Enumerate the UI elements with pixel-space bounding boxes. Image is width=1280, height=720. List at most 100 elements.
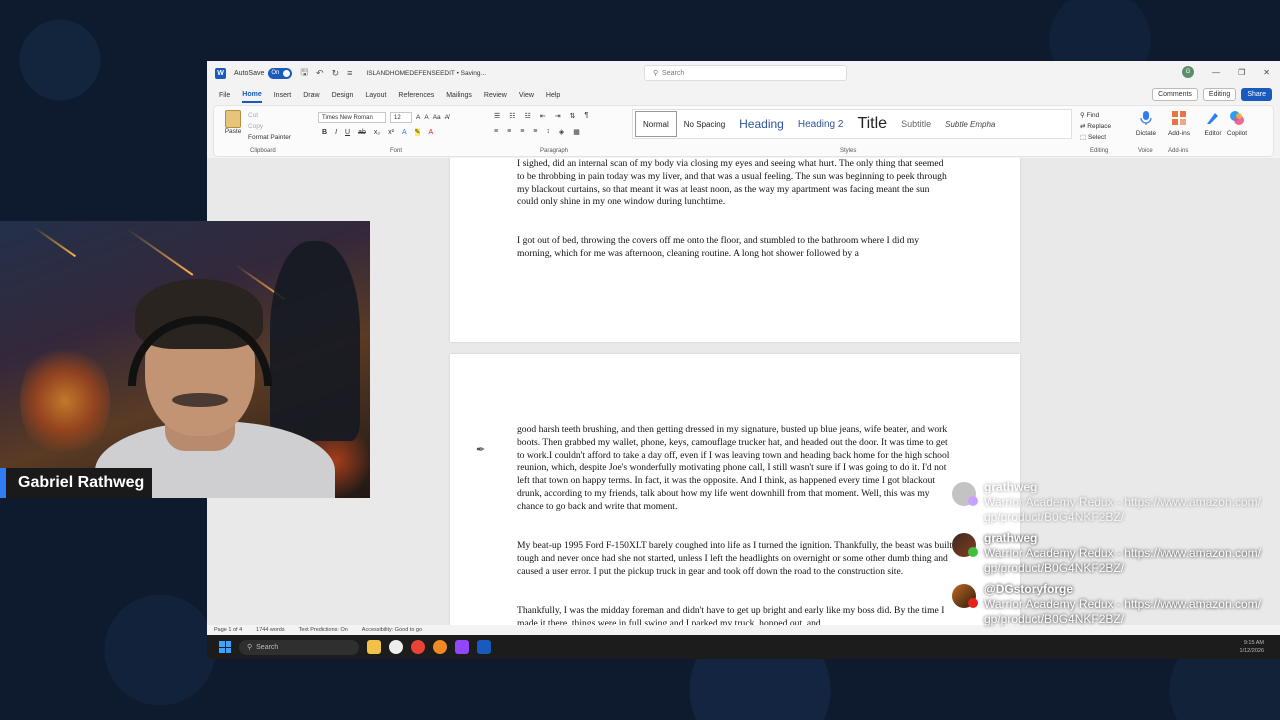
tab-review[interactable]: Review	[484, 89, 507, 102]
grow-font-icon[interactable]: A	[416, 114, 420, 121]
search-input[interactable]: ⚲ Search	[644, 65, 847, 81]
underline-icon[interactable]: U	[345, 129, 350, 136]
bullets-icon[interactable]: ☰	[494, 112, 500, 120]
increase-indent-icon[interactable]: ⇥	[555, 112, 561, 120]
autosave-toggle[interactable]: On	[268, 67, 293, 79]
numbering-icon[interactable]: ☷	[509, 112, 515, 120]
text-effects-icon[interactable]: A	[402, 129, 407, 136]
tab-home[interactable]: Home	[242, 88, 262, 103]
streaming-app-icon[interactable]	[455, 640, 469, 654]
tab-design[interactable]: Design	[332, 89, 354, 102]
word-logo-icon: W	[215, 67, 226, 79]
align-right-icon[interactable]: ≡	[520, 128, 524, 136]
paragraph: I got out of bed, throwing the covers of…	[517, 235, 920, 259]
tab-insert[interactable]: Insert	[274, 89, 292, 102]
align-center-icon[interactable]: ≡	[507, 128, 511, 136]
document-title[interactable]: ISLANDHOMEDEFENSEEDIT • Saving...	[366, 70, 486, 77]
format-painter-button[interactable]: Format Painter	[248, 132, 291, 143]
document-page-1[interactable]: I sighed, did an internal scan of my bod…	[450, 158, 1020, 342]
tab-help[interactable]: Help	[546, 89, 560, 102]
copilot-button[interactable]: Copilot	[1226, 110, 1248, 137]
youtube-badge-icon	[968, 598, 978, 608]
chat-username: @DGstoryforge	[984, 582, 1074, 596]
paragraph: good harsh teeth brushing, and then gett…	[517, 424, 950, 512]
font-color-icon[interactable]: A	[428, 129, 433, 136]
tab-file[interactable]: File	[219, 89, 230, 102]
style-no-spacing[interactable]: No Spacing	[677, 120, 732, 129]
file-explorer-icon[interactable]	[367, 640, 381, 654]
chatgpt-icon[interactable]	[389, 640, 403, 654]
customize-icon[interactable]: ≡	[347, 68, 352, 78]
editing-mode-button[interactable]: Editing	[1202, 88, 1237, 101]
user-avatar[interactable]: G	[1182, 66, 1195, 78]
replace-button[interactable]: ⇄ Replace	[1080, 121, 1111, 132]
tab-draw[interactable]: Draw	[303, 89, 319, 102]
editor-button[interactable]: Editor	[1202, 110, 1224, 137]
style-heading[interactable]: Heading	[732, 117, 791, 131]
find-button[interactable]: ⚲ Find	[1080, 110, 1111, 121]
clear-formatting-icon[interactable]: A̸	[445, 114, 449, 121]
style-normal[interactable]: Normal	[635, 111, 677, 137]
word-taskbar-icon[interactable]	[477, 640, 491, 654]
style-subtitle[interactable]: Subtitle	[894, 119, 938, 129]
tab-mailings[interactable]: Mailings	[446, 89, 472, 102]
tab-view[interactable]: View	[519, 89, 534, 102]
tab-references[interactable]: References	[398, 89, 434, 102]
pilcrow-icon[interactable]: ¶	[584, 112, 588, 120]
share-button[interactable]: Share	[1241, 88, 1272, 101]
shrink-font-icon[interactable]: A	[424, 114, 428, 121]
cut-button[interactable]: Cut	[248, 110, 291, 121]
minimize-icon[interactable]: —	[1212, 68, 1220, 77]
paragraph-group-label: Paragraph	[540, 148, 569, 154]
chrome-icon[interactable]	[411, 640, 425, 654]
document-page-2[interactable]: ✒ good harsh teeth brushing, and then ge…	[450, 354, 1020, 626]
style-title[interactable]: Title	[850, 115, 894, 133]
strikethrough-icon[interactable]: ab	[358, 129, 366, 136]
superscript-icon[interactable]: x²	[388, 129, 394, 136]
select-button[interactable]: ⬚ Select	[1080, 132, 1111, 143]
shading-icon[interactable]: ◈	[559, 128, 564, 136]
window-controls: G — ❐ ✕	[1182, 66, 1270, 78]
addins-button[interactable]: Add-ins	[1166, 110, 1192, 137]
close-icon[interactable]: ✕	[1263, 68, 1270, 77]
borders-icon[interactable]: ▦	[573, 128, 580, 136]
save-icon[interactable]: 🖫	[300, 65, 308, 81]
select-icon: ⬚	[1080, 134, 1088, 141]
multilevel-list-icon[interactable]: ☳	[525, 112, 531, 120]
word-count[interactable]: 1744 words	[256, 627, 284, 633]
style-heading-2[interactable]: Heading 2	[791, 119, 851, 130]
justify-icon[interactable]: ≡	[533, 128, 537, 136]
style-subtle-emphasis[interactable]: Subtle Empha	[938, 120, 1002, 129]
line-spacing-icon[interactable]: ↕	[546, 128, 550, 136]
highlight-icon[interactable]: ✎	[414, 128, 421, 136]
page-count[interactable]: Page 1 of 4	[214, 627, 242, 633]
subscript-icon[interactable]: x₂	[374, 129, 380, 136]
paste-button[interactable]: Paste	[222, 110, 244, 135]
redo-icon[interactable]: ↻	[332, 68, 340, 79]
tab-layout[interactable]: Layout	[365, 89, 386, 102]
bold-icon[interactable]: B	[322, 129, 327, 136]
sort-icon[interactable]: ⇅	[570, 112, 576, 120]
maximize-icon[interactable]: ❐	[1238, 68, 1245, 77]
taskbar-search[interactable]: ⚲ Search	[239, 639, 359, 655]
system-clock[interactable]: 9:15 AM 1/12/2026	[1240, 639, 1264, 655]
copy-button[interactable]: Copy	[248, 121, 291, 132]
find-icon: ⚲	[1080, 112, 1087, 119]
italic-icon[interactable]: I	[335, 129, 337, 136]
search-placeholder: Search	[662, 69, 685, 77]
align-left-icon[interactable]: ≡	[494, 128, 498, 136]
windows-start-icon[interactable]	[219, 641, 231, 653]
accessibility-status[interactable]: Accessibility: Good to go	[362, 627, 422, 633]
decrease-indent-icon[interactable]: ⇤	[540, 112, 546, 120]
dictate-button[interactable]: Dictate	[1134, 110, 1158, 137]
undo-icon[interactable]: ↶	[316, 68, 324, 79]
font-size-select[interactable]: 12	[390, 112, 412, 123]
comments-button[interactable]: Comments	[1152, 88, 1198, 101]
firefox-icon[interactable]	[433, 640, 447, 654]
copilot-icon	[1230, 111, 1244, 125]
chat-text: Warrior Academy Redux - https://www.amaz…	[984, 495, 1261, 524]
text-predictions-status[interactable]: Text Predictions: On	[299, 627, 348, 633]
pen-cursor-icon: ✒	[476, 444, 486, 456]
change-case-icon[interactable]: Aa	[433, 114, 441, 121]
font-name-select[interactable]: Times New Roman	[318, 112, 386, 123]
